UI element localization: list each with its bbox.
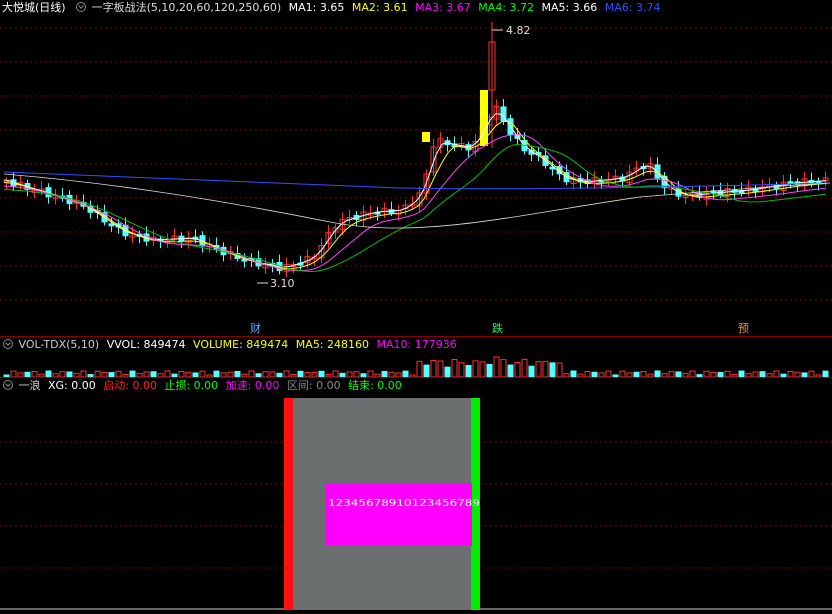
volume-bar xyxy=(430,359,437,377)
volume-bar xyxy=(556,362,563,377)
ma-line-1 xyxy=(3,113,827,268)
day-counter: 12345678910123456789 xyxy=(328,498,480,509)
candles xyxy=(3,22,829,277)
volume-bar xyxy=(549,362,556,377)
volume-bar xyxy=(444,366,451,377)
event-marker-drop[interactable]: 跌 xyxy=(492,320,503,336)
volume-bar xyxy=(507,364,514,377)
volume-bar xyxy=(479,361,486,377)
low-price-label: 3.10 xyxy=(270,277,295,290)
accelerate-block xyxy=(325,483,472,546)
candle-body xyxy=(654,164,661,179)
volume-bar xyxy=(437,360,444,377)
kline-panel[interactable]: 大悦城(日线) 一字板战法(5,10,20,60,120,250,60) MA1… xyxy=(0,0,832,336)
volume-bar xyxy=(472,360,479,377)
volume-bar xyxy=(486,363,493,377)
volume-bar xyxy=(458,362,465,377)
candle-body xyxy=(108,223,115,227)
start-bar xyxy=(284,398,293,610)
ma-line-2 xyxy=(3,121,827,270)
event-marker-forecast[interactable]: 预 xyxy=(738,320,749,336)
volume-bar xyxy=(514,362,521,377)
volume-bar xyxy=(528,365,535,377)
volume-chart[interactable] xyxy=(0,337,832,377)
ma-line-6 xyxy=(3,171,831,190)
volume-bar xyxy=(451,358,458,377)
indicator-chart[interactable]: 12345678910123456789 xyxy=(0,378,832,614)
indicator-panel[interactable]: 一浪 XG: 0.00 启动: 0.00 止损: 0.00 加速: 0.00 区… xyxy=(0,378,832,614)
volume-bar xyxy=(500,359,507,377)
limit-up-bar xyxy=(422,132,430,142)
volume-bar xyxy=(521,358,528,377)
volume-bar xyxy=(416,360,423,377)
kline-grid xyxy=(0,27,832,301)
event-marker-finance[interactable]: 财 xyxy=(250,320,261,336)
kline-chart[interactable]: 4.82 3.10 xyxy=(0,0,832,336)
volume-bar xyxy=(493,356,500,377)
volume-bar xyxy=(535,361,542,377)
ma-line-3 xyxy=(3,134,827,272)
volume-panel[interactable]: VOL-TDX(5,10) VVOL: 849474 VOLUME: 84947… xyxy=(0,337,832,377)
volume-bar xyxy=(542,360,549,377)
high-price-label: 4.82 xyxy=(506,24,531,37)
volume-bar xyxy=(465,365,472,377)
volume-bar xyxy=(423,364,430,377)
